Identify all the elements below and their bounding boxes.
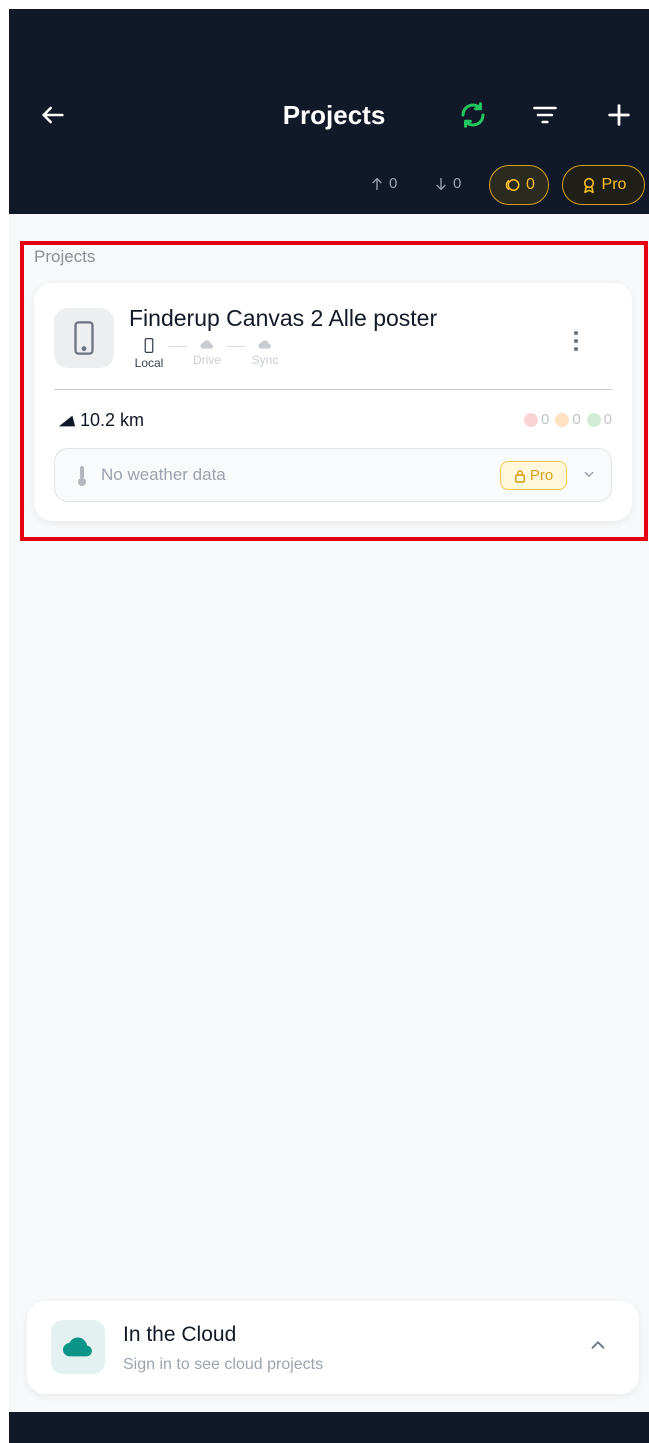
cloud-projects-card[interactable]: In the Cloud Sign in to see cloud projec… [27, 1301, 639, 1394]
weather-pro-label: Pro [529, 467, 554, 484]
red-dot [523, 412, 538, 427]
coins-icon [505, 179, 520, 191]
distance-value: 10.2 km [80, 410, 145, 430]
sync-button[interactable] [455, 97, 491, 133]
green-dot [586, 412, 601, 427]
storage-sync: Sync [245, 338, 285, 367]
weather-row[interactable]: No weather data Pro [54, 448, 612, 502]
storage-status: Local Drive Sync [129, 338, 285, 370]
smartphone-icon [144, 338, 154, 353]
distance: 10.2 km [58, 410, 144, 431]
more-dot [574, 347, 578, 351]
points-badge[interactable]: 0 [489, 165, 549, 205]
project-card[interactable]: Finderup Canvas 2 Alle poster Local Driv… [34, 283, 632, 521]
green-counter: 0 [586, 411, 612, 428]
storage-local: Local [129, 338, 169, 370]
more-dot [574, 331, 578, 335]
chevron-down-icon[interactable] [580, 465, 598, 483]
red-counter: 0 [523, 411, 550, 428]
cloud-check-icon [258, 340, 272, 349]
chevron-up-icon[interactable] [587, 1334, 609, 1356]
badge-icon [583, 177, 594, 194]
device-tile [54, 308, 114, 368]
storage-drive-label: Drive [192, 353, 221, 367]
card-divider [54, 389, 612, 390]
cloud-upload-icon [200, 340, 214, 349]
upload-count: 0 [369, 175, 397, 192]
more-dot [574, 339, 578, 343]
pro-label: Pro [601, 176, 627, 193]
filter-button[interactable] [527, 97, 563, 133]
route-icon [58, 415, 76, 426]
sync-icon [461, 102, 485, 128]
storage-drive: Drive [187, 338, 227, 367]
storage-connector [227, 346, 245, 347]
points-value: 0 [526, 176, 535, 193]
more-options-button[interactable] [566, 323, 586, 359]
status-counters: 0 0 0 [523, 411, 612, 428]
top-app-bar: Projects 0 0 0 Pro [9, 9, 649, 214]
orange-count: 0 [572, 411, 581, 428]
orange-dot [555, 412, 570, 427]
app-screen: Projects 0 0 0 Pro Projects Finderup Can… [9, 9, 649, 1443]
upload-count-value: 0 [389, 175, 398, 192]
download-count: 0 [433, 175, 461, 192]
weather-pro-badge[interactable]: Pro [500, 461, 567, 490]
plus-icon [608, 104, 630, 126]
smartphone-icon [74, 321, 94, 355]
bottom-navigation-bar [9, 1412, 649, 1443]
lock-icon [514, 469, 525, 483]
storage-local-label: Local [134, 356, 164, 370]
red-count: 0 [540, 411, 550, 428]
download-count-value: 0 [453, 175, 462, 192]
add-project-button[interactable] [601, 97, 637, 133]
orange-counter: 0 [555, 411, 581, 428]
weather-text: No weather data [101, 465, 226, 484]
green-count: 0 [603, 411, 612, 428]
thermometer-icon [78, 466, 86, 486]
storage-sync-label: Sync [251, 353, 279, 367]
storage-connector [169, 346, 187, 347]
filter-icon [533, 106, 557, 124]
cloud-tile [51, 1320, 105, 1374]
arrow-up-icon [372, 177, 382, 190]
arrow-down-icon [436, 177, 446, 190]
project-name: Finderup Canvas 2 Alle poster [129, 305, 438, 331]
cloud-title: In the Cloud [123, 1323, 237, 1346]
cloud-icon [62, 1337, 92, 1357]
pro-upgrade-button[interactable]: Pro [562, 165, 645, 205]
section-label: Projects [34, 247, 96, 266]
cloud-subtitle: Sign in to see cloud projects [123, 1356, 324, 1373]
